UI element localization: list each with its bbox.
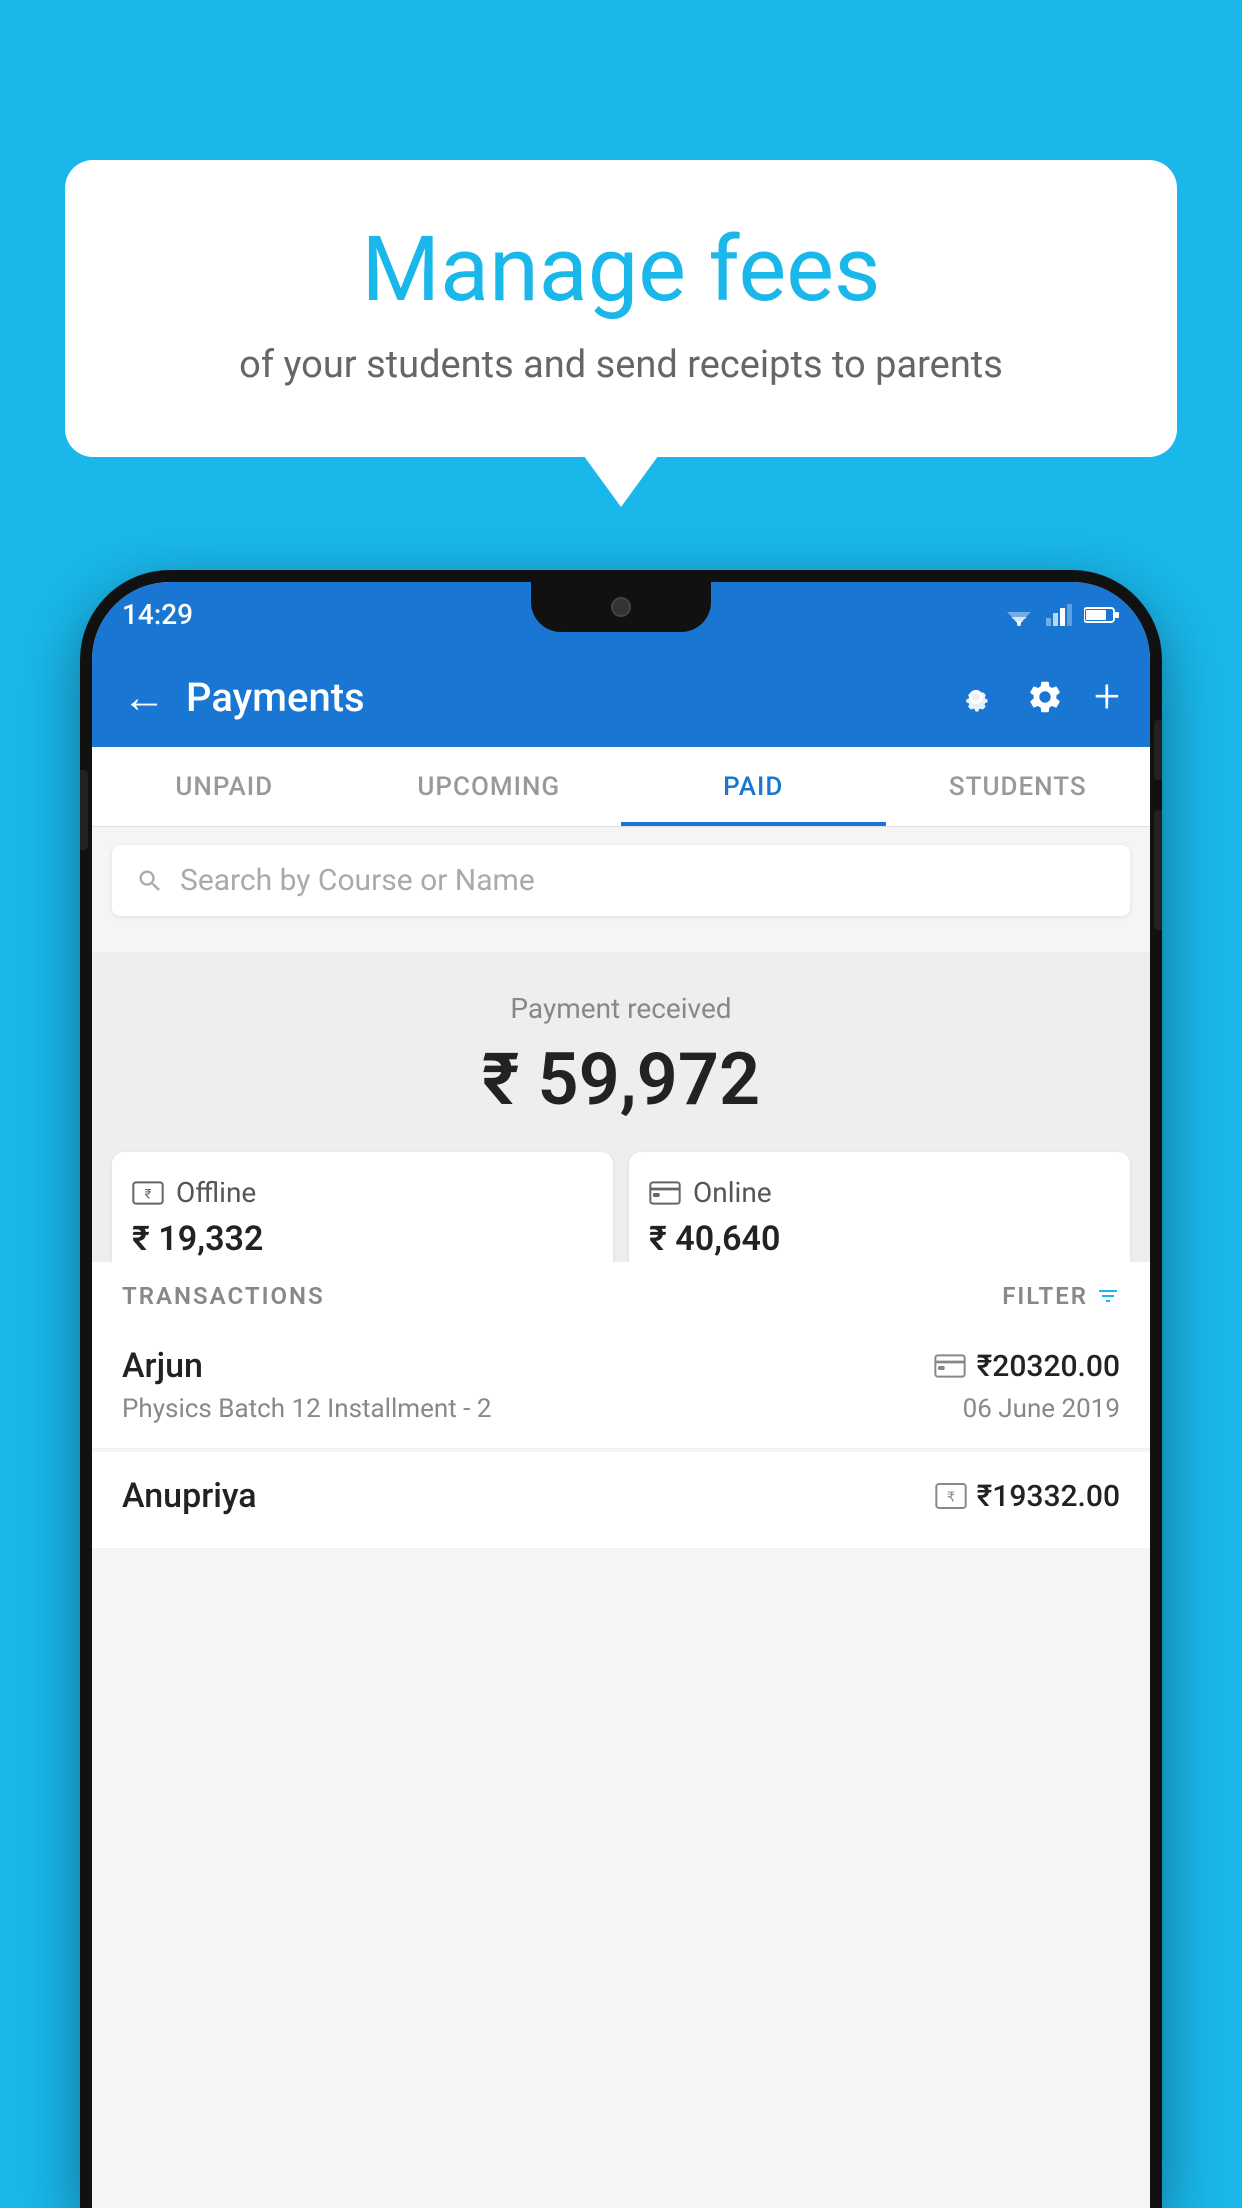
payment-received-label: Payment received (112, 992, 1130, 1025)
side-btn-right-top (1154, 720, 1162, 780)
status-time: 14:29 (122, 598, 193, 631)
transaction-amount-arjun: ₹20320.00 (933, 1349, 1120, 1384)
speech-bubble-title: Manage fees (115, 220, 1127, 319)
cash-payment-icon: ₹ (935, 1482, 967, 1510)
svg-text:₹: ₹ (946, 1489, 954, 1504)
transaction-name-arjun: Arjun (122, 1346, 203, 1386)
transaction-row-anupriya[interactable]: Anupriya ₹ ₹19332.00 (92, 1452, 1150, 1549)
search-icon (136, 867, 164, 895)
tabs-bar: UNPAID UPCOMING PAID STUDENTS (92, 747, 1150, 827)
battery-icon (1084, 606, 1120, 624)
back-button[interactable]: ← (122, 671, 166, 723)
search-box[interactable]: Search by Course or Name (112, 845, 1130, 916)
header-actions: + (956, 670, 1120, 724)
status-icons (1004, 604, 1120, 626)
offline-label: Offline (176, 1176, 256, 1209)
credit-card-icon (649, 1181, 681, 1205)
settings-icon[interactable] (956, 677, 996, 717)
transactions-header: TRANSACTIONS FILTER (92, 1262, 1150, 1331)
transaction-name-anupriya: Anupriya (122, 1476, 257, 1516)
filter-button[interactable]: FILTER (1002, 1282, 1120, 1310)
card-payment-icon (933, 1354, 967, 1378)
side-btn-right-bottom (1154, 810, 1162, 930)
add-button[interactable]: + (1094, 670, 1120, 724)
signal-icon (1046, 604, 1072, 626)
tab-upcoming[interactable]: UPCOMING (357, 747, 622, 826)
phone-notch (531, 582, 711, 632)
settings-gear-icon[interactable] (1026, 678, 1064, 716)
speech-bubble-subtitle: of your students and send receipts to pa… (115, 343, 1127, 387)
transaction-course-arjun: Physics Batch 12 Installment - 2 (122, 1394, 491, 1424)
transactions-label: TRANSACTIONS (122, 1282, 325, 1310)
speech-bubble: Manage fees of your students and send re… (65, 160, 1177, 457)
side-btn-left (80, 770, 88, 850)
online-amount: ₹ 40,640 (649, 1219, 1110, 1259)
phone-frame: 14:29 (80, 570, 1162, 2208)
transaction-date-arjun: 06 June 2019 (963, 1394, 1120, 1424)
transaction-row-bottom: Physics Batch 12 Installment - 2 06 June… (122, 1394, 1120, 1424)
transaction-amount-anupriya: ₹ ₹19332.00 (935, 1479, 1120, 1514)
transaction-row-top: Arjun ₹20320.00 (122, 1346, 1120, 1386)
search-container: Search by Course or Name (92, 827, 1150, 934)
tab-students[interactable]: STUDENTS (886, 747, 1151, 826)
svg-text:₹: ₹ (145, 1187, 152, 1202)
search-placeholder: Search by Course or Name (180, 863, 535, 898)
payment-summary: Payment received ₹ 59,972 ₹ Offline (92, 952, 1150, 1313)
offline-amount: ₹ 19,332 (132, 1219, 593, 1259)
payment-total-amount: ₹ 59,972 (112, 1037, 1130, 1122)
wifi-icon (1004, 604, 1034, 626)
cash-icon: ₹ (132, 1179, 164, 1207)
transaction-row-arjun[interactable]: Arjun ₹20320.00 Physics Batch 12 Install… (92, 1322, 1150, 1449)
app-header: ← Payments + (92, 647, 1150, 747)
online-label: Online (693, 1176, 772, 1209)
phone-screen: 14:29 (92, 582, 1150, 2208)
background: Manage fees of your students and send re… (0, 0, 1242, 2208)
offline-card-header: ₹ Offline (132, 1176, 593, 1209)
tab-unpaid[interactable]: UNPAID (92, 747, 357, 826)
tab-paid[interactable]: PAID (621, 747, 886, 826)
filter-icon (1096, 1284, 1120, 1308)
filter-label: FILTER (1002, 1282, 1088, 1310)
online-card-header: Online (649, 1176, 1110, 1209)
camera (611, 597, 631, 617)
transaction-row-top-2: Anupriya ₹ ₹19332.00 (122, 1476, 1120, 1516)
header-title: Payments (186, 674, 936, 721)
